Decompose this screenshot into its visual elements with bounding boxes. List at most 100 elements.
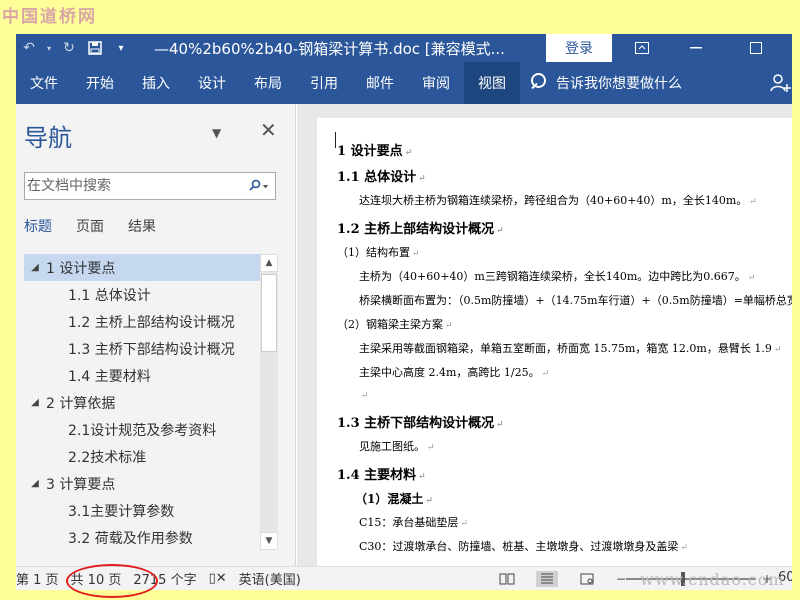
document-title: —40%2b60%2b40-钢箱梁计算书.doc [兼容模式...: [154, 39, 505, 58]
paragraph-text: C15：承台基础垫层: [359, 516, 459, 529]
document-paragraph[interactable]: 见施工图纸。 ↵: [359, 438, 435, 454]
document-paragraph[interactable]: C30：过渡墩承台、防撞墙、桩基、主墩墩身、过渡墩墩身及盖梁 ↵: [359, 538, 688, 554]
nav-tab-results[interactable]: 结果: [128, 216, 156, 240]
paragraph-text: 1 设计要点: [337, 144, 403, 159]
tree-item[interactable]: ◢ 2 计算依据: [24, 389, 260, 416]
document-paragraph[interactable]: （1）结构布置 ↵: [337, 244, 420, 260]
document-paragraph[interactable]: （2）钢箱梁主梁方案 ↵: [337, 316, 453, 332]
tab-layout[interactable]: 布局: [240, 62, 296, 104]
collapse-triangle-icon[interactable]: ◢: [24, 397, 46, 408]
collapse-triangle-icon[interactable]: ◢: [24, 478, 46, 489]
document-page[interactable]: 1 设计要点 ↵ 1.1 总体设计 ↵ 达连坝大桥主桥为钢箱连续梁桥，跨径组合为（40+…: [317, 118, 792, 566]
language-indicator[interactable]: 英语(美国): [239, 569, 301, 588]
document-paragraph[interactable]: 1.4 主要材料 ↵: [337, 464, 426, 483]
tab-file[interactable]: 文件: [16, 62, 72, 104]
document-paragraph[interactable]: 主梁采用等截面钢箱梁，单箱五室断面，桥面宽 15.75m，箱宽 12.0m，悬臂…: [359, 340, 781, 356]
scroll-up-icon[interactable]: ▲: [260, 254, 278, 272]
paragraph-mark-icon: ↵: [404, 148, 413, 158]
tree-item[interactable]: 1.1 总体设计: [24, 281, 260, 308]
document-paragraph[interactable]: 1.3 主桥下部结构设计概况 ↵: [337, 412, 504, 431]
tree-item[interactable]: 3.1主要计算参数: [24, 497, 260, 524]
login-button[interactable]: 登录: [546, 34, 612, 62]
paragraph-text: （1）混凝土: [355, 492, 424, 506]
document-area: 1 设计要点 ↵ 1.1 总体设计 ↵ 达连坝大桥主桥为钢箱连续梁桥，跨径组合为（40+…: [297, 104, 792, 566]
tab-design[interactable]: 设计: [184, 62, 240, 104]
tree-item[interactable]: ◢ 1 设计要点: [24, 254, 260, 281]
tab-references[interactable]: 引用: [296, 62, 352, 104]
document-paragraph[interactable]: （1）混凝土 ↵: [355, 490, 433, 507]
paragraph-mark-icon: ↵: [496, 226, 504, 236]
collapse-triangle-icon[interactable]: ◢: [24, 262, 46, 273]
print-layout-icon[interactable]: [536, 571, 558, 587]
undo-icon[interactable]: ↶: [16, 34, 42, 62]
document-paragraph[interactable]: ↵: [359, 388, 369, 401]
read-mode-icon[interactable]: [496, 571, 518, 587]
paragraph-text: 桥梁横断面布置为：（0.5m防撞墙）+（14.75m车行道）+（0.5m防撞墙）…: [359, 294, 792, 307]
redo-icon[interactable]: ↻: [56, 34, 82, 62]
scroll-down-icon[interactable]: ▼: [260, 532, 278, 550]
paragraph-text: （2）钢箱梁主梁方案: [337, 318, 443, 331]
paragraph-mark-icon: ↵: [427, 443, 435, 453]
ribbon-tabs: 文件 开始 插入 设计 布局 引用 邮件 审阅 视图 告诉我你想要做什么: [16, 62, 792, 104]
save-icon[interactable]: [82, 34, 108, 62]
add-user-icon[interactable]: [770, 72, 792, 94]
paragraph-text: （1）结构布置: [337, 246, 410, 259]
nav-options-dropdown-icon[interactable]: ▼: [212, 126, 221, 140]
paragraph-text: 主梁中心高度 2.4m，高跨比 1/25。: [359, 366, 540, 379]
paragraph-mark-icon: ↵: [680, 543, 688, 553]
page-indicator[interactable]: 第 1 页: [16, 569, 59, 588]
heading-tree: ◢ 1 设计要点 1.1 总体设计 1.2 主桥上部结构设计概况 1.3 主桥下部…: [24, 254, 260, 550]
web-layout-icon[interactable]: [576, 571, 598, 587]
tree-item[interactable]: 2.1设计规范及参考资料: [24, 416, 260, 443]
tab-review[interactable]: 审阅: [408, 62, 464, 104]
minimize-icon[interactable]: [676, 34, 716, 62]
document-paragraph[interactable]: 达连坝大桥主桥为钢箱连续梁桥，跨径组合为（40+60+40）m，全长140m。 ↵: [359, 192, 757, 208]
tree-item[interactable]: 3.2 荷载及作用参数: [24, 524, 260, 550]
maximize-icon[interactable]: [736, 34, 776, 62]
document-paragraph[interactable]: 桥梁横断面布置为：（0.5m防撞墙）+（14.75m车行道）+（0.5m防撞墙）…: [359, 292, 792, 308]
tab-mailings[interactable]: 邮件: [352, 62, 408, 104]
paragraph-text: C30：过渡墩承台、防撞墙、桩基、主墩墩身、过渡墩墩身及盖梁: [359, 540, 679, 553]
paragraph-mark-icon: ↵: [460, 519, 468, 529]
paragraph-mark-icon: ↵: [749, 197, 757, 207]
paragraph-text: 主桥为（40+60+40）m三跨钢箱连续梁桥，全长140m。边中跨比为0.667…: [359, 270, 746, 283]
tree-item[interactable]: 2.2技术标准: [24, 443, 260, 470]
nav-tab-pages[interactable]: 页面: [76, 216, 104, 240]
title-bar: ↶ ▾ ↻ ▾ —40%2b60%2b40-钢箱梁计算书.doc [兼容模式..…: [16, 34, 792, 62]
nav-search-input[interactable]: [25, 174, 241, 198]
nav-tab-headings[interactable]: 标题: [24, 216, 52, 240]
tree-item[interactable]: 1.4 主要材料: [24, 362, 260, 389]
document-paragraph[interactable]: 主梁中心高度 2.4m，高跨比 1/25。 ↵: [359, 364, 549, 380]
scroll-thumb[interactable]: [261, 274, 277, 352]
paragraph-text: 达连坝大桥主桥为钢箱连续梁桥，跨径组合为（40+60+40）m，全长140m。: [359, 194, 748, 207]
proofing-icon[interactable]: ▯✕: [209, 571, 227, 586]
customize-toolbar-icon[interactable]: ▾: [108, 34, 134, 62]
nav-scrollbar[interactable]: ▲ ▼: [260, 254, 278, 550]
paragraph-text: 见施工图纸。: [359, 440, 425, 453]
tab-home[interactable]: 开始: [72, 62, 128, 104]
tell-me-box[interactable]: 告诉我你想要做什么: [528, 72, 682, 94]
document-paragraph[interactable]: 主桥为（40+60+40）m三跨钢箱连续梁桥，全长140m。边中跨比为0.667…: [359, 268, 755, 284]
document-paragraph[interactable]: 1 设计要点 ↵: [337, 140, 412, 159]
tab-view[interactable]: 视图: [464, 62, 520, 104]
nav-search-box: [24, 172, 276, 200]
paragraph-mark-icon: ↵: [412, 249, 420, 259]
quick-access-toolbar: ↶ ▾ ↻ ▾: [16, 34, 134, 62]
text-cursor: [335, 132, 336, 148]
nav-tabs: 标题 页面 结果: [24, 216, 180, 240]
search-dropdown-icon[interactable]: [241, 179, 275, 193]
page-frame: 中国道桥网 ↶ ▾ ↻ ▾ —40%2b60%2b40-钢箱梁计算书.doc […: [0, 0, 800, 600]
tree-item[interactable]: ◢ 3 计算要点: [24, 470, 260, 497]
tab-insert[interactable]: 插入: [128, 62, 184, 104]
search-icon: [528, 72, 550, 94]
paragraph-text: 1.3 主桥下部结构设计概况: [337, 416, 495, 431]
document-paragraph[interactable]: C15：承台基础垫层 ↵: [359, 514, 468, 530]
ribbon-display-options-icon[interactable]: [622, 34, 662, 62]
tree-item[interactable]: 1.3 主桥下部结构设计概况: [24, 335, 260, 362]
tree-item[interactable]: 1.2 主桥上部结构设计概况: [24, 308, 260, 335]
paragraph-mark-icon: ↵: [496, 420, 504, 430]
undo-dropdown-icon[interactable]: ▾: [42, 34, 56, 62]
document-paragraph[interactable]: 1.2 主桥上部结构设计概况 ↵: [337, 218, 504, 237]
document-paragraph[interactable]: 1.1 总体设计 ↵: [337, 166, 426, 185]
close-icon[interactable]: ✕: [260, 118, 277, 142]
